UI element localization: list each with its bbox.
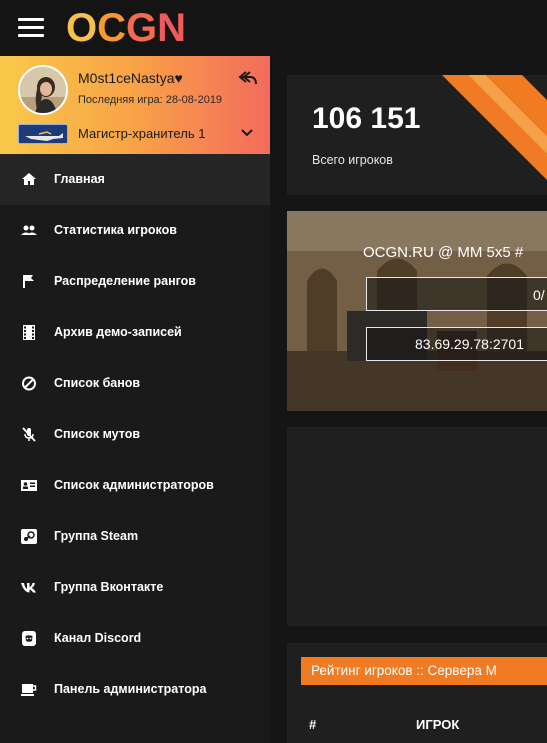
mic-off-icon [20,426,38,443]
content-card [287,427,547,626]
avatar[interactable] [18,65,68,115]
sidebar-item-label: Статистика игроков [54,223,177,237]
sidebar-item-demo-archive[interactable]: Архив демо-записей [0,307,270,358]
sidebar-item-home[interactable]: Главная [0,154,270,205]
sidebar-item-label: Список банов [54,376,141,390]
rank-badge [18,124,68,144]
rating-title: Рейтинг игроков :: Сервера М [311,663,497,678]
users-icon [20,222,38,239]
server-ip: 83.69.29.78:2701 [415,336,524,352]
column-header-player[interactable]: ИГРОК [416,717,459,732]
server-name: OCGN.RU @ MM 5x5 # [363,244,524,261]
sidebar-item-steam-group[interactable]: Группа Steam [0,511,270,562]
sidebar-nav: Главная Статистика игроков Распределение… [0,154,270,715]
sidebar-item-label: Список администраторов [54,478,214,492]
vk-icon [20,579,38,596]
total-players-count: 106 151 [312,102,421,135]
rank-name: Магистр-хранитель 1 [78,126,206,141]
logout-icon[interactable] [238,70,258,86]
steam-icon [20,528,38,545]
server-ip-box[interactable]: 83.69.29.78:2701 [366,327,547,361]
sidebar-item-label: Группа Вконтакте [54,580,164,594]
ban-icon [20,375,38,392]
film-icon [20,324,38,341]
player-count-box: 0/ [366,277,547,311]
sidebar-item-player-stats[interactable]: Статистика игроков [0,205,270,256]
total-players-card: 106 151 Всего игроков [287,75,547,195]
flag-icon [20,273,38,290]
sidebar-item-label: Список мутов [54,427,141,441]
sidebar-item-admin-panel[interactable]: Панель администратора [0,664,270,715]
total-players-label: Всего игроков [312,153,393,167]
last-game-date: Последняя игра: 28-08-2019 [78,94,223,106]
sidebar-item-label: Главная [54,172,105,186]
rating-header: Рейтинг игроков :: Сервера М [301,657,547,685]
user-card: M0st1ceNastya♥ Последняя игра: 28-08-201… [0,56,270,154]
sidebar: M0st1ceNastya♥ Последняя игра: 28-08-201… [0,56,270,743]
username[interactable]: M0st1ceNastya♥ [78,70,183,86]
hamburger-menu-icon[interactable] [18,18,44,38]
server-map-background [287,211,547,411]
rating-card: Рейтинг игроков :: Сервера М # ИГРОК [287,643,547,743]
sidebar-item-label: Панель администратора [54,682,207,696]
sidebar-item-discord-channel[interactable]: Канал Discord [0,613,270,664]
sidebar-item-ban-list[interactable]: Список банов [0,358,270,409]
sidebar-item-label: Канал Discord [54,631,142,645]
chevron-down-icon[interactable] [240,126,254,138]
sidebar-item-mute-list[interactable]: Список мутов [0,409,270,460]
column-header-rank[interactable]: # [309,717,316,732]
sidebar-item-vk-group[interactable]: Группа Вконтакте [0,562,270,613]
sidebar-item-label: Распределение рангов [54,274,196,288]
top-bar: OCGN [0,0,547,56]
discord-icon [20,630,38,647]
sidebar-item-label: Группа Steam [54,529,139,543]
server-card: OCGN.RU @ MM 5x5 # 0/ 83.69.29.78:2701 [287,211,547,411]
main-content: 106 151 Всего игроков OCGN.RU @ MM 5x5 #… [270,56,547,743]
sidebar-item-rank-distribution[interactable]: Распределение рангов [0,256,270,307]
coffee-icon [20,681,38,698]
site-logo[interactable]: OCGN [66,6,186,50]
sidebar-item-admin-list[interactable]: Список администраторов [0,460,270,511]
sidebar-item-label: Архив демо-записей [54,325,182,339]
admin-list-icon [20,477,38,494]
home-icon [20,171,38,188]
decorative-stripes [442,75,547,180]
player-count: 0/ [533,287,545,303]
